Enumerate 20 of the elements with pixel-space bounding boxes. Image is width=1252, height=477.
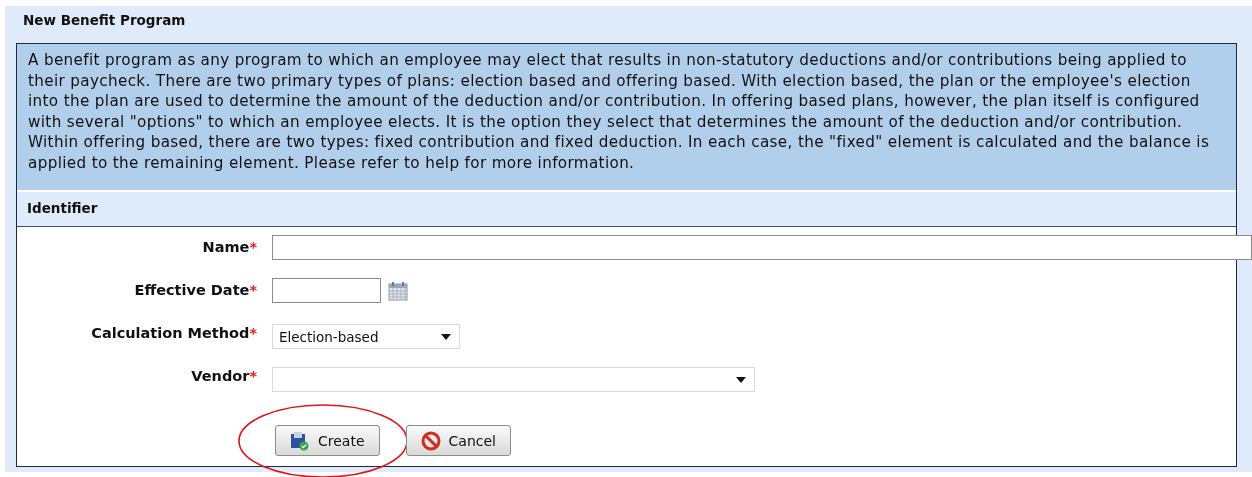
required-mark: *	[249, 239, 257, 255]
date-field[interactable]	[272, 278, 381, 303]
required-mark: *	[249, 368, 257, 384]
required-mark: *	[249, 325, 257, 341]
field-label: Vendor*	[190, 367, 258, 384]
method-dropdown[interactable]: Election-based	[272, 324, 460, 349]
cancel-button[interactable]: Cancel	[405, 425, 511, 456]
section-title: Identifier	[27, 200, 98, 216]
field-label: Calculation Method*	[90, 324, 258, 341]
field-label: Name*	[201, 238, 258, 255]
caret-icon	[736, 376, 746, 383]
create-button[interactable]: Create	[275, 425, 380, 456]
panel-title: New Benefit Program	[22, 11, 187, 30]
required-mark: *	[249, 282, 257, 298]
name-field[interactable]	[272, 235, 1252, 260]
field-label: Effective Date*	[133, 281, 258, 298]
cancel-icon	[420, 430, 441, 451]
description-text: A benefit program as any program to which an employee may elect that results in non-statutory deductions and/or contributions being applied to their paycheck. There are two primary types of plans: election based and offering based. With election based, the plan or the employee's election into the plan are used to determine the amount of the deduction and/or contribution. In offering based plans, however, the plan itself is configured with several "options" to which an employee elects. It is the option they select that determines the amount of the deduction and/or contribution. Within offering based, there are two types: fixed contribution and fixed deduction. In each case, the "fixed" element is calculated and the balance is applied to the remaining element. Please refer to help for more information.	[17, 44, 1236, 190]
calendar-icon[interactable]	[387, 280, 409, 302]
caret-icon	[441, 333, 451, 340]
